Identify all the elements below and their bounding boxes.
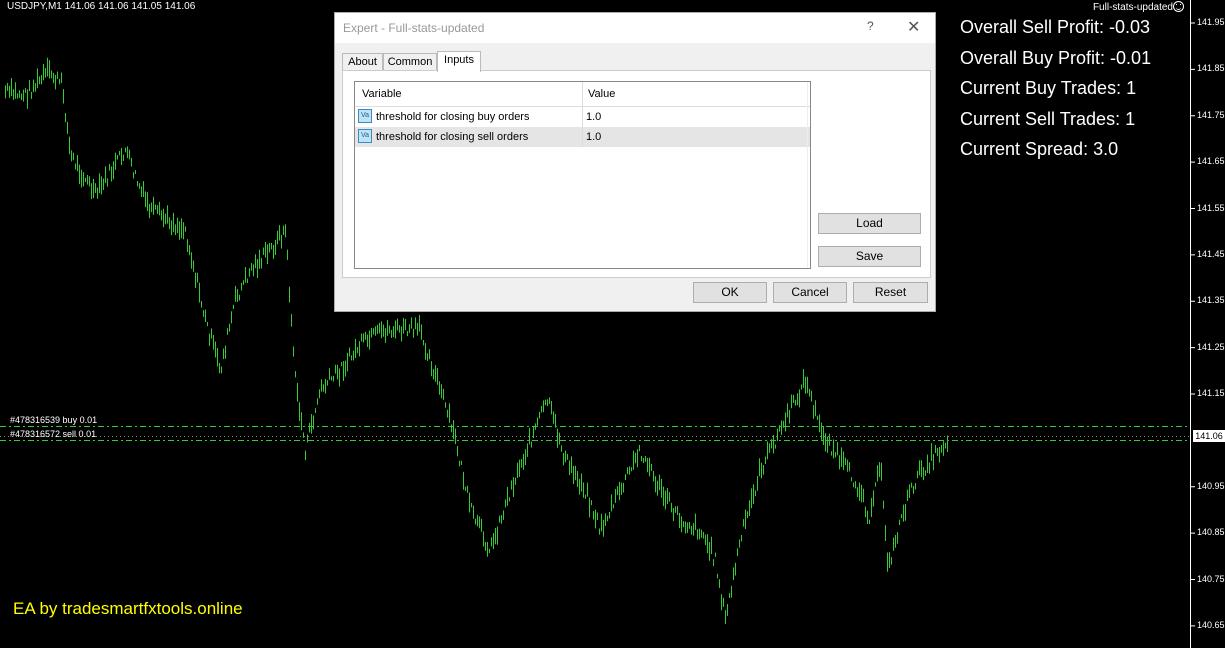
- dialog-titlebar[interactable]: Expert - Full-stats-updated ? ✕: [335, 13, 935, 43]
- tab-inputs[interactable]: Inputs: [437, 51, 481, 72]
- save-button[interactable]: Save: [818, 246, 921, 267]
- close-icon[interactable]: ✕: [907, 17, 920, 37]
- price-axis-label: 141.25: [1197, 341, 1225, 352]
- price-axis-label: 141.85: [1197, 63, 1225, 74]
- variable-value[interactable]: 1.0: [586, 111, 601, 123]
- variable-icon: Va: [358, 129, 372, 143]
- ok-button[interactable]: OK: [693, 282, 767, 303]
- price-axis-label: 141.65: [1197, 156, 1225, 167]
- inputs-grid: Variable Value Va threshold for closing …: [354, 81, 811, 269]
- price-axis-label: 140.75: [1197, 573, 1225, 584]
- current-price-tag: 141.06: [1193, 430, 1225, 442]
- header-value[interactable]: Value: [588, 88, 615, 100]
- price-axis-label: 141.35: [1197, 295, 1225, 306]
- price-axis-label: 141.45: [1197, 248, 1225, 259]
- chart-symbol-title: USDJPY,M1 141.06 141.06 141.05 141.06: [7, 1, 196, 12]
- overall-sell-profit: Overall Sell Profit: -0.03: [960, 17, 1151, 37]
- ea-credit-text: EA by tradesmartfxtools.online: [13, 599, 243, 618]
- ea-smiley-icon: [1173, 1, 1184, 12]
- price-axis-label: 140.65: [1197, 619, 1225, 630]
- reset-button[interactable]: Reset: [853, 282, 928, 303]
- cell-separator: [582, 127, 583, 147]
- dialog-title: Expert - Full-stats-updated: [343, 21, 485, 35]
- stats-panel: Overall Sell Profit: -0.03 Overall Buy P…: [960, 12, 1151, 165]
- cancel-button[interactable]: Cancel: [773, 282, 847, 303]
- buy-order-label[interactable]: #478316539 buy 0.01: [10, 415, 97, 425]
- current-sell-trades: Current Sell Trades: 1: [960, 108, 1136, 129]
- header-separator: [582, 82, 583, 106]
- help-button[interactable]: ?: [867, 19, 874, 33]
- grid-header: Variable Value: [355, 82, 810, 107]
- variable-value[interactable]: 1.0: [586, 131, 601, 143]
- current-spread: Current Spread: 3.0: [960, 139, 1119, 159]
- tab-about[interactable]: About: [342, 53, 383, 71]
- price-axis-label: 141.55: [1197, 202, 1225, 213]
- current-buy-trades: Current Buy Trades: 1: [960, 78, 1137, 98]
- price-axis-label: 141.95: [1197, 17, 1225, 27]
- cell-separator: [582, 107, 583, 127]
- variable-name: threshold for closing buy orders: [376, 111, 530, 123]
- table-row[interactable]: Va threshold for closing sell orders 1.0: [355, 127, 810, 147]
- tab-common[interactable]: Common: [383, 53, 437, 71]
- sell-order-label[interactable]: #478316572 sell 0.01: [10, 429, 96, 439]
- header-variable[interactable]: Variable: [362, 88, 402, 100]
- variable-name: threshold for closing sell orders: [376, 131, 529, 143]
- price-axis-label: 141.75: [1197, 109, 1225, 120]
- table-row[interactable]: Va threshold for closing buy orders 1.0: [355, 107, 810, 127]
- price-axis-label: 140.85: [1197, 527, 1225, 538]
- expert-properties-dialog: Expert - Full-stats-updated ? ✕ About Co…: [334, 12, 936, 312]
- overall-buy-profit: Overall Buy Profit: -0.01: [960, 47, 1152, 68]
- load-button[interactable]: Load: [818, 213, 921, 234]
- price-axis-label: 140.95: [1197, 480, 1225, 491]
- grid-scroll-edge: [807, 82, 808, 268]
- price-axis-label: 141.15: [1197, 388, 1225, 398]
- variable-icon: Va: [358, 109, 372, 123]
- inputs-panel: Variable Value Va threshold for closing …: [342, 70, 931, 278]
